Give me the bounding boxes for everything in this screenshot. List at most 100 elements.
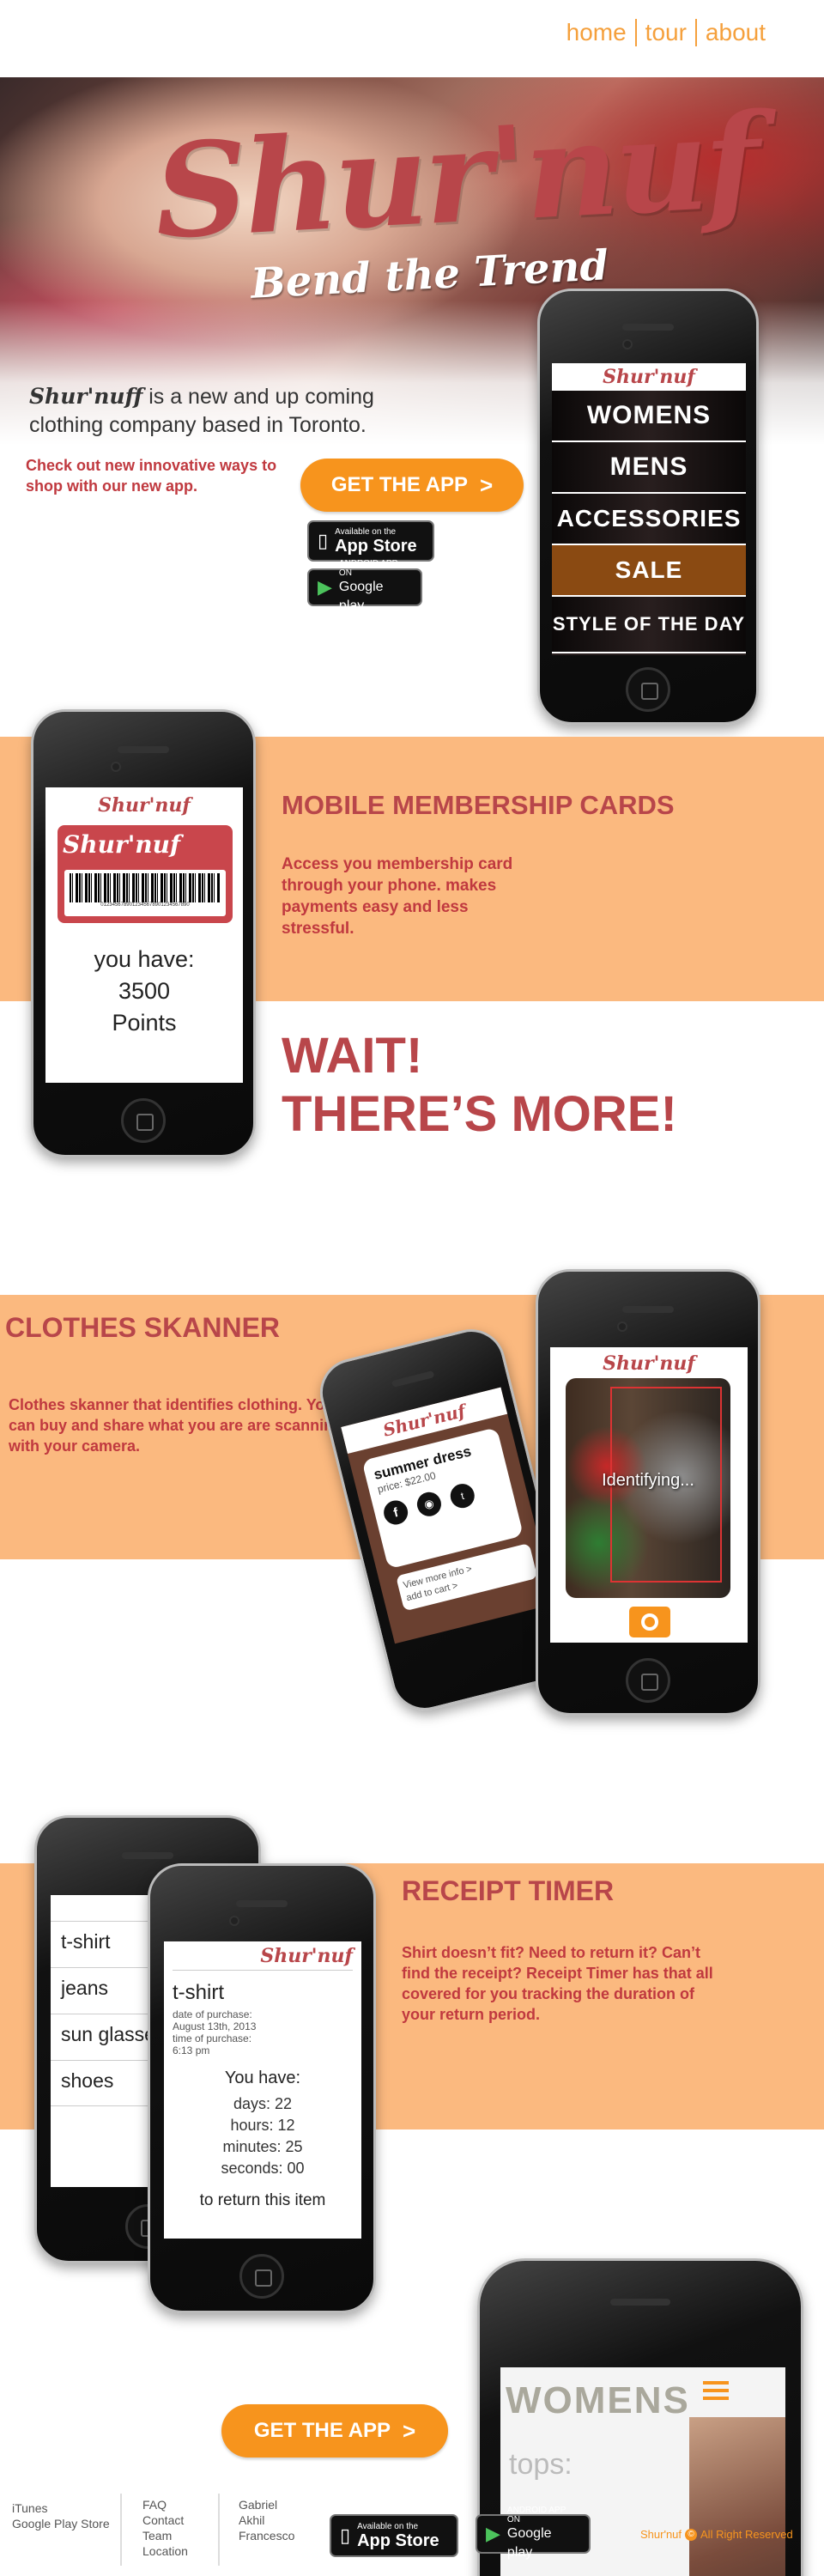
team-member: Akhil — [239, 2513, 265, 2527]
copyright: Shur'nuf © All Right Reserved — [640, 2528, 793, 2541]
footer-app-store-badge[interactable]: ▯ Available on the App Store — [330, 2514, 458, 2557]
hamburger-menu-icon[interactable] — [703, 2381, 729, 2400]
top-nav: home tour about — [558, 19, 774, 46]
menu-item-sale[interactable]: SALE — [552, 545, 746, 597]
get-the-app-button[interactable]: GET THE APP > — [300, 459, 524, 512]
phone-icon: ▯ — [318, 530, 329, 551]
home-button-icon — [121, 1098, 166, 1143]
womens-heading: WOMENS — [506, 2379, 690, 2421]
barcode-bars — [70, 873, 221, 902]
hero-logo: Shur'nuf — [150, 85, 761, 269]
phone-camera — [229, 1916, 239, 1926]
phone-speaker — [391, 1370, 435, 1388]
twitter-icon[interactable]: t — [447, 1481, 477, 1511]
footer-link-contact[interactable]: Contact — [142, 2512, 188, 2528]
product-photo[interactable]: BI — [689, 2417, 785, 2576]
time-value: 6:13 pm — [173, 2044, 210, 2057]
nav-about-link[interactable]: about — [697, 19, 774, 46]
team-member: Francesco — [239, 2529, 295, 2543]
footer-divider — [218, 2494, 220, 2566]
screen-brand: Shur'nuf — [173, 1941, 353, 1971]
skanner-title: CLOTHES SKANNER — [5, 1312, 281, 1343]
phone-membership: Shur'nuf Shur'nuf 0123456789012345678901… — [31, 709, 256, 1157]
footer-link-faq[interactable]: FAQ — [142, 2497, 188, 2512]
home-button-icon — [239, 2254, 284, 2299]
get-the-app-label: GET THE APP — [330, 473, 468, 496]
phone-menu: Shur'nuf WOMENS MENS ACCESSORIES SALE ST… — [537, 289, 759, 725]
item-popup[interactable]: summer dress price: $22.00 f ◉ t — [361, 1427, 524, 1570]
wait-line1: WAIT! — [282, 1028, 423, 1084]
menu-screen: Shur'nuf WOMENS MENS ACCESSORIES SALE ST… — [552, 363, 746, 655]
copyright-text: All Right Reserved — [700, 2528, 793, 2541]
membership-body: Access you membership card through your … — [282, 855, 513, 938]
footer-google-play-badge[interactable]: ▶ ANDROID APP ON Google play — [476, 2506, 591, 2560]
membership-card[interactable]: Shur'nuf 0123456789012345678901234567890 — [58, 825, 233, 923]
facebook-icon[interactable]: f — [381, 1498, 411, 1528]
footer-link-itunes[interactable]: iTunes — [12, 2500, 110, 2516]
screen-brand: Shur'nuf — [98, 794, 191, 817]
skanner-body: Clothes skanner that identifies clothing… — [9, 1396, 343, 1455]
badge-big-text: App Store — [357, 2530, 439, 2550]
camera-viewfinder: Identifying... — [566, 1378, 730, 1598]
copyright-icon: © — [685, 2528, 698, 2541]
menu-item-style-of-the-day[interactable]: STYLE OF THE DAY — [552, 597, 746, 653]
footer-link-team[interactable]: Team — [142, 2528, 188, 2543]
wait-line2: THERE’S MORE! — [282, 1086, 677, 1142]
points-label: Points — [112, 1010, 177, 1036]
phone-icon: ▯ — [340, 2524, 351, 2546]
membership-screen: Shur'nuf Shur'nuf 0123456789012345678901… — [45, 787, 243, 1083]
badge-small-text: ANDROID APP ON — [506, 2506, 566, 2524]
phone-speaker — [622, 1306, 674, 1313]
menu-item-mens[interactable]: MENS — [552, 442, 746, 494]
hero-intro: Shur'nuff is a new and up coming clothin… — [29, 382, 433, 440]
footer-link-google-play[interactable]: Google Play Store — [12, 2516, 110, 2531]
app-store-badge[interactable]: ▯ Available on the App Store — [307, 520, 434, 562]
menu-item-womens[interactable]: WOMENS — [552, 391, 746, 442]
membership-title: MOBILE MEMBERSHIP CARDS — [282, 790, 675, 820]
phone-camera — [622, 339, 633, 349]
nav-tour-link[interactable]: tour — [637, 19, 695, 46]
play-icon: ▶ — [486, 2523, 500, 2544]
google-play-badge[interactable]: ▶ ANDROID APP ON Google play — [307, 559, 422, 613]
page: home tour about Shur'nuf Bend the Trend … — [0, 0, 824, 2576]
countdown-seconds: seconds: 00 — [221, 2160, 305, 2177]
barcode: 0123456789012345678901234567890 — [64, 870, 226, 916]
instagram-icon[interactable]: ◉ — [414, 1489, 444, 1519]
return-text: to return this item — [199, 2191, 326, 2209]
chevron-right-icon: > — [402, 2417, 416, 2444]
camera-shutter-button[interactable] — [629, 1607, 670, 1637]
home-button-icon — [626, 1658, 670, 1703]
get-the-app-button-bottom[interactable]: GET THE APP > — [221, 2404, 448, 2458]
camera-icon — [641, 1613, 658, 1631]
time-label: time of purchase: — [173, 2032, 252, 2044]
badge-small-text: ANDROID APP ON — [338, 559, 398, 578]
play-icon: ▶ — [318, 576, 332, 598]
footer-link-location[interactable]: Location — [142, 2543, 188, 2559]
countdown-minutes: minutes: 25 — [222, 2138, 303, 2155]
nav-home-link[interactable]: home — [558, 19, 635, 46]
wait-heading: WAIT! THERE’S MORE! — [282, 1027, 677, 1144]
get-the-app-label: GET THE APP — [253, 2419, 391, 2442]
menu-item-accessories[interactable]: ACCESSORIES — [552, 494, 746, 545]
badge-small-text: Available on the — [357, 2521, 419, 2531]
screen-brand: Shur'nuf — [552, 363, 746, 391]
badge-big-text: App Store — [335, 536, 417, 556]
home-button-icon — [626, 667, 670, 712]
screen-brand: Shur'nuf — [603, 1352, 695, 1375]
phone-speaker — [622, 324, 674, 331]
date-label: date of purchase: — [173, 2008, 252, 2020]
points-value: 3500 — [118, 978, 171, 1004]
phone-skanner-front: Shur'nuf Identifying... — [536, 1269, 760, 1716]
skanner-front-screen: Shur'nuf Identifying... — [550, 1347, 748, 1643]
you-have-label: You have: — [224, 2069, 301, 2087]
date-value: August 13th, 2013 — [173, 2020, 257, 2032]
receipt-timer-screen: Shur'nuf t-shirt date of purchase: Augus… — [164, 1941, 361, 2239]
phone-speaker — [610, 2299, 670, 2306]
phone-speaker — [118, 746, 169, 753]
badge-big-text: Google play — [506, 2526, 552, 2560]
tops-label: tops: — [509, 2448, 573, 2481]
barcode-number: 0123456789012345678901234567890 — [100, 902, 190, 908]
team-member: Gabriel — [239, 2498, 278, 2512]
badge-small-text: Available on the — [335, 526, 397, 537]
countdown-days: days: 22 — [233, 2095, 293, 2112]
